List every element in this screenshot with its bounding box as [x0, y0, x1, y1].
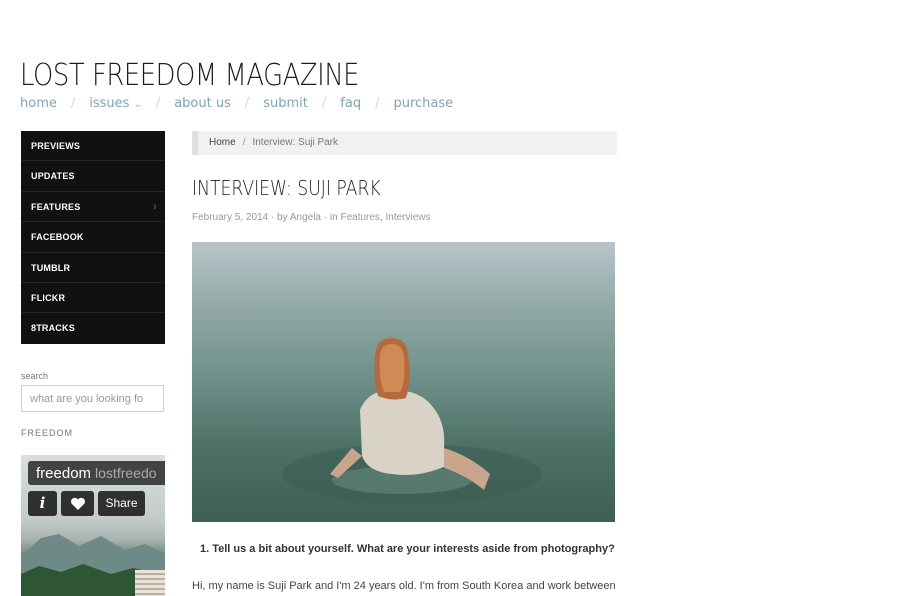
sidebar-item-tumblr[interactable]: TUMBLR	[21, 253, 165, 283]
nav-issues[interactable]: issues ⌄	[89, 96, 142, 111]
post-date: February 5, 2014	[192, 212, 269, 223]
nav-separator: /	[244, 95, 250, 111]
nav-faq[interactable]: faq	[340, 96, 361, 111]
search-label: search	[21, 371, 49, 381]
sidebar-item-label: FEATURES	[31, 201, 81, 212]
share-button[interactable]: Share	[98, 491, 145, 516]
search-input[interactable]	[21, 385, 164, 412]
top-navigation: home / issues ⌄ / about us / submit / faq…	[20, 94, 453, 112]
widget-name: freedom	[36, 465, 92, 482]
nav-about-us[interactable]: about us	[174, 96, 231, 111]
heart-icon	[70, 497, 85, 510]
breadcrumb-home[interactable]: Home	[209, 137, 236, 148]
freedom-widget-heading: FREEDOM	[21, 428, 73, 438]
widget-building-image	[135, 570, 165, 596]
nav-home[interactable]: home	[20, 96, 57, 111]
category-separator: ,	[379, 212, 383, 223]
freedom-widget[interactable]: freedom lostfreedo i Share	[21, 455, 165, 596]
nav-separator: /	[70, 95, 76, 111]
article-photo	[192, 242, 615, 522]
nav-purchase[interactable]: purchase	[393, 96, 453, 111]
chevron-right-icon: ›	[153, 200, 157, 213]
nav-issues-label: issues	[89, 95, 130, 111]
chevron-down-icon: ⌄	[133, 98, 142, 110]
interview-answer: Hi, my name is Suji Park and I'm 24 year…	[192, 580, 616, 592]
nav-separator: /	[155, 95, 161, 111]
interview-question: 1. Tell us a bit about yourself. What ar…	[200, 543, 615, 555]
like-button[interactable]	[61, 491, 94, 516]
sidebar-item-facebook[interactable]: FACEBOOK	[21, 222, 165, 253]
category-link-interviews[interactable]: Interviews	[386, 212, 431, 223]
site-title[interactable]: LOST FREEDOM MAGAZINE	[20, 58, 359, 93]
widget-handle: lostfreedo	[95, 465, 157, 481]
sidebar-item-updates[interactable]: UPDATES	[21, 161, 165, 192]
widget-header[interactable]: freedom lostfreedo	[28, 461, 165, 485]
post-in-label: · in	[323, 212, 338, 223]
post-author[interactable]: Angela	[290, 212, 321, 223]
sidebar-item-8tracks[interactable]: 8TRACKS	[21, 313, 165, 343]
nav-separator: /	[375, 95, 380, 111]
info-button[interactable]: i	[28, 491, 57, 516]
breadcrumb: Home / Interview: Suji Park	[192, 131, 617, 155]
category-link-features[interactable]: Features	[340, 212, 379, 223]
sidebar-item-flickr[interactable]: FLICKR	[21, 283, 165, 314]
post-meta: February 5, 2014 · by Angela · in Featur…	[192, 212, 431, 223]
post-by-label: · by	[270, 212, 288, 223]
nav-submit[interactable]: submit	[263, 96, 308, 111]
breadcrumb-current: Interview: Suji Park	[252, 137, 339, 148]
nav-separator: /	[321, 95, 327, 111]
page-title: INTERVIEW: SUJI PARK	[192, 176, 381, 200]
sidebar-item-previews[interactable]: PREVIEWS	[21, 131, 165, 162]
photo-figure-in-water	[282, 338, 542, 504]
info-icon: i	[39, 494, 46, 512]
breadcrumb-separator: /	[242, 137, 246, 148]
sidebar-item-features[interactable]: FEATURES ›	[21, 192, 165, 223]
sidebar-menu: PREVIEWS UPDATES FEATURES › FACEBOOK TUMB…	[21, 131, 165, 344]
